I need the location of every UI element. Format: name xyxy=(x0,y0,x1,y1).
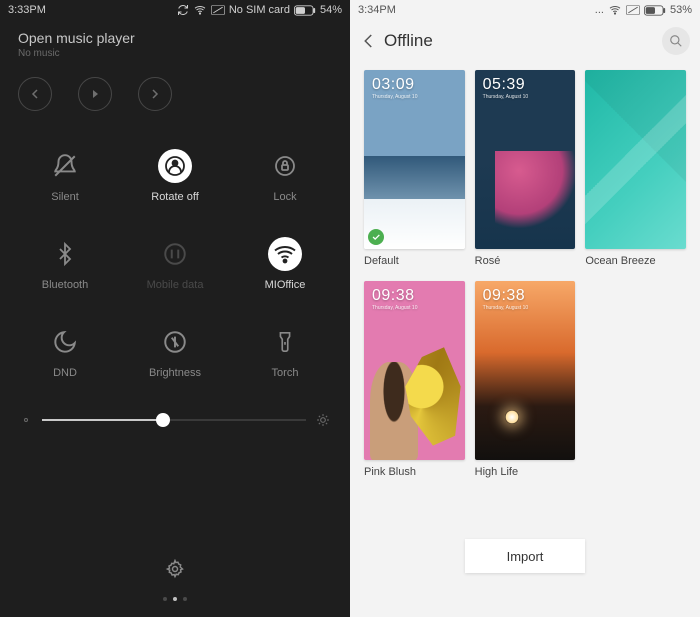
status-battery: 53% xyxy=(670,4,692,16)
gear-icon xyxy=(165,559,185,579)
theme-thumbnail: 09:38Thursday, August 10 xyxy=(475,281,576,460)
toggle-label: Rotate off xyxy=(151,191,199,203)
toggle-label: Bluetooth xyxy=(42,279,88,291)
selected-badge xyxy=(368,229,384,245)
battery-icon xyxy=(294,5,316,16)
toggle-dnd[interactable]: DND xyxy=(10,325,120,379)
status-sim-text: No SIM card xyxy=(229,4,290,16)
theme-item[interactable]: 03:09Thursday, August 10 Default xyxy=(364,70,465,267)
lock-icon xyxy=(268,149,302,183)
theme-name: Ocean Breeze xyxy=(585,255,686,267)
toggle-label: Brightness xyxy=(149,367,201,379)
theme-name: Pink Blush xyxy=(364,466,465,478)
no-sim-icon xyxy=(626,5,640,15)
wifi-icon xyxy=(608,4,622,16)
status-more-icon: ... xyxy=(595,4,604,16)
theme-thumbnail: 05:39Thursday, August 10 xyxy=(475,70,576,249)
mobiledata-icon xyxy=(158,237,192,271)
brightness-low-icon xyxy=(20,414,32,426)
toggle-label: Torch xyxy=(272,367,299,379)
theme-item[interactable]: Ocean Breeze xyxy=(585,70,686,267)
wifi-icon xyxy=(193,4,207,16)
theme-item[interactable]: 05:39Thursday, August 10 Rosé xyxy=(475,70,576,267)
search-button[interactable] xyxy=(662,27,690,55)
toggle-rotate[interactable]: Rotate off xyxy=(120,149,230,203)
import-label: Import xyxy=(507,549,544,564)
theme-name: Default xyxy=(364,255,465,267)
status-icons: ... 53% xyxy=(595,4,692,16)
theme-grid: 03:09Thursday, August 10 Default 05:39Thur… xyxy=(350,62,700,486)
brightness-high-icon xyxy=(316,413,330,427)
dnd-icon xyxy=(48,325,82,359)
quick-settings-screen: 3:33PM No SIM card 54% Open music player… xyxy=(0,0,350,617)
sync-icon xyxy=(177,4,189,16)
battery-icon xyxy=(644,5,666,16)
toggle-label: MIOffice xyxy=(265,279,306,291)
music-subtitle: No music xyxy=(18,48,332,59)
music-next-button[interactable] xyxy=(138,77,172,111)
theme-thumbnail: 09:38Thursday, August 10 xyxy=(364,281,465,460)
toggle-wifi[interactable]: MIOffice xyxy=(230,237,340,291)
page-indicator xyxy=(0,597,350,601)
settings-button[interactable] xyxy=(0,559,350,579)
no-sim-icon xyxy=(211,5,225,15)
toggle-label: DND xyxy=(53,367,77,379)
theme-thumbnail: 03:09Thursday, August 10 xyxy=(364,70,465,249)
toggle-grid: Silent Rotate off Lock Bluetooth Mobile data… xyxy=(0,131,350,389)
status-time: 3:34PM xyxy=(358,4,396,16)
import-button[interactable]: Import xyxy=(465,539,585,573)
toggle-label: Mobile data xyxy=(147,279,204,291)
toggle-bluetooth[interactable]: Bluetooth xyxy=(10,237,120,291)
brightness-icon xyxy=(158,325,192,359)
silent-icon xyxy=(48,149,82,183)
theme-item[interactable]: 09:38Thursday, August 10 Pink Blush xyxy=(364,281,465,478)
status-bar: 3:34PM ... 53% xyxy=(350,0,700,20)
toggle-lock[interactable]: Lock xyxy=(230,149,340,203)
brightness-slider-row xyxy=(0,389,350,437)
music-player-widget[interactable]: Open music player No music xyxy=(0,20,350,65)
status-time: 3:33PM xyxy=(8,4,46,16)
toggle-torch[interactable]: Torch xyxy=(230,325,340,379)
music-play-button[interactable] xyxy=(78,77,112,111)
search-icon xyxy=(669,34,683,48)
page-title: Offline xyxy=(384,31,433,51)
rotate-icon xyxy=(158,149,192,183)
theme-name: High Life xyxy=(475,466,576,478)
status-battery: 54% xyxy=(320,4,342,16)
status-bar: 3:33PM No SIM card 54% xyxy=(0,0,350,20)
toggle-label: Lock xyxy=(273,191,296,203)
back-button[interactable] xyxy=(360,32,378,50)
theme-thumbnail xyxy=(585,70,686,249)
music-controls xyxy=(0,65,350,131)
status-icons: No SIM card 54% xyxy=(177,4,342,16)
bluetooth-icon xyxy=(48,237,82,271)
brightness-slider[interactable] xyxy=(42,419,306,421)
toggle-label: Silent xyxy=(51,191,79,203)
nav-bar: Offline xyxy=(350,20,700,62)
toggle-silent[interactable]: Silent xyxy=(10,149,120,203)
music-title: Open music player xyxy=(18,30,332,46)
wifi-icon xyxy=(268,237,302,271)
torch-icon xyxy=(268,325,302,359)
theme-name: Rosé xyxy=(475,255,576,267)
theme-item[interactable]: 09:38Thursday, August 10 High Life xyxy=(475,281,576,478)
themes-offline-screen: 3:34PM ... 53% Offline 03:09Thursday, Au… xyxy=(350,0,700,617)
music-prev-button[interactable] xyxy=(18,77,52,111)
toggle-brightness[interactable]: Brightness xyxy=(120,325,230,379)
toggle-mobiledata[interactable]: Mobile data xyxy=(120,237,230,291)
